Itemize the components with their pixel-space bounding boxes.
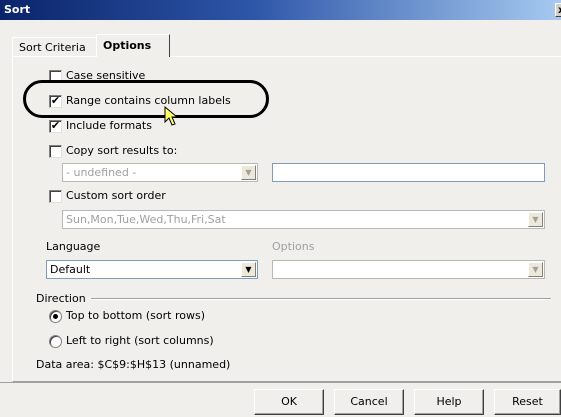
radio-dot	[53, 314, 58, 319]
reset-button[interactable]: Reset	[494, 389, 561, 415]
ok-button[interactable]: OK	[254, 389, 324, 415]
range-labels-label: Range contains column labels	[66, 94, 231, 107]
custom-order-value: Sun,Mon,Tue,Wed,Thu,Fri,Sat	[66, 213, 226, 226]
options-label: Options	[272, 240, 315, 253]
chevron-down-icon[interactable]: ▼	[528, 212, 543, 227]
include-formats-label: Include formats	[66, 119, 152, 132]
chevron-down-icon[interactable]: ▼	[528, 262, 543, 277]
copy-target-value: - undefined -	[66, 166, 137, 179]
custom-order-label: Custom sort order	[66, 189, 166, 202]
chevron-down-icon[interactable]: ▼	[241, 165, 256, 180]
left-to-right-label: Left to right (sort columns)	[66, 334, 214, 347]
language-select[interactable]: Default ▼	[46, 260, 258, 279]
chevron-down-icon[interactable]: ▼	[241, 262, 256, 277]
copy-target-input[interactable]	[272, 163, 545, 182]
copy-results-label: Copy sort results to:	[66, 144, 178, 157]
left-to-right-radio[interactable]	[49, 335, 62, 348]
tab-options[interactable]: Options	[96, 34, 170, 57]
help-button[interactable]: Help	[414, 389, 484, 415]
case-sensitive-label: Case sensitive	[66, 69, 146, 82]
copy-target-select[interactable]: - undefined - ▼	[62, 163, 258, 182]
custom-order-checkbox[interactable]	[49, 190, 62, 203]
tab-sort-criteria[interactable]: Sort Criteria	[12, 37, 98, 56]
case-sensitive-checkbox[interactable]	[49, 70, 62, 83]
options-select[interactable]: ▼	[272, 260, 545, 279]
title-bar: Sort x	[0, 0, 561, 20]
copy-results-checkbox[interactable]	[49, 145, 62, 158]
language-label: Language	[46, 240, 101, 253]
language-value: Default	[50, 263, 91, 276]
mouse-pointer-icon	[164, 106, 179, 126]
check-icon: ✔	[50, 119, 61, 132]
check-icon: ✔	[50, 94, 61, 107]
data-area-text: Data area: $C$9:$H$13 (unnamed)	[36, 358, 231, 371]
direction-label: Direction	[36, 292, 86, 305]
include-formats-checkbox[interactable]: ✔	[49, 120, 62, 133]
top-to-bottom-label: Top to bottom (sort rows)	[66, 309, 205, 322]
cancel-button[interactable]: Cancel	[334, 389, 404, 415]
sort-dialog: Sort x Sort Criteria Options Case sensit…	[0, 0, 561, 417]
range-labels-checkbox[interactable]: ✔	[49, 95, 62, 108]
direction-separator	[91, 298, 551, 300]
top-to-bottom-radio[interactable]	[49, 310, 62, 323]
custom-order-select[interactable]: Sun,Mon,Tue,Wed,Thu,Fri,Sat ▼	[62, 210, 545, 229]
window-title: Sort	[4, 3, 31, 16]
close-button[interactable]: x	[555, 3, 561, 17]
